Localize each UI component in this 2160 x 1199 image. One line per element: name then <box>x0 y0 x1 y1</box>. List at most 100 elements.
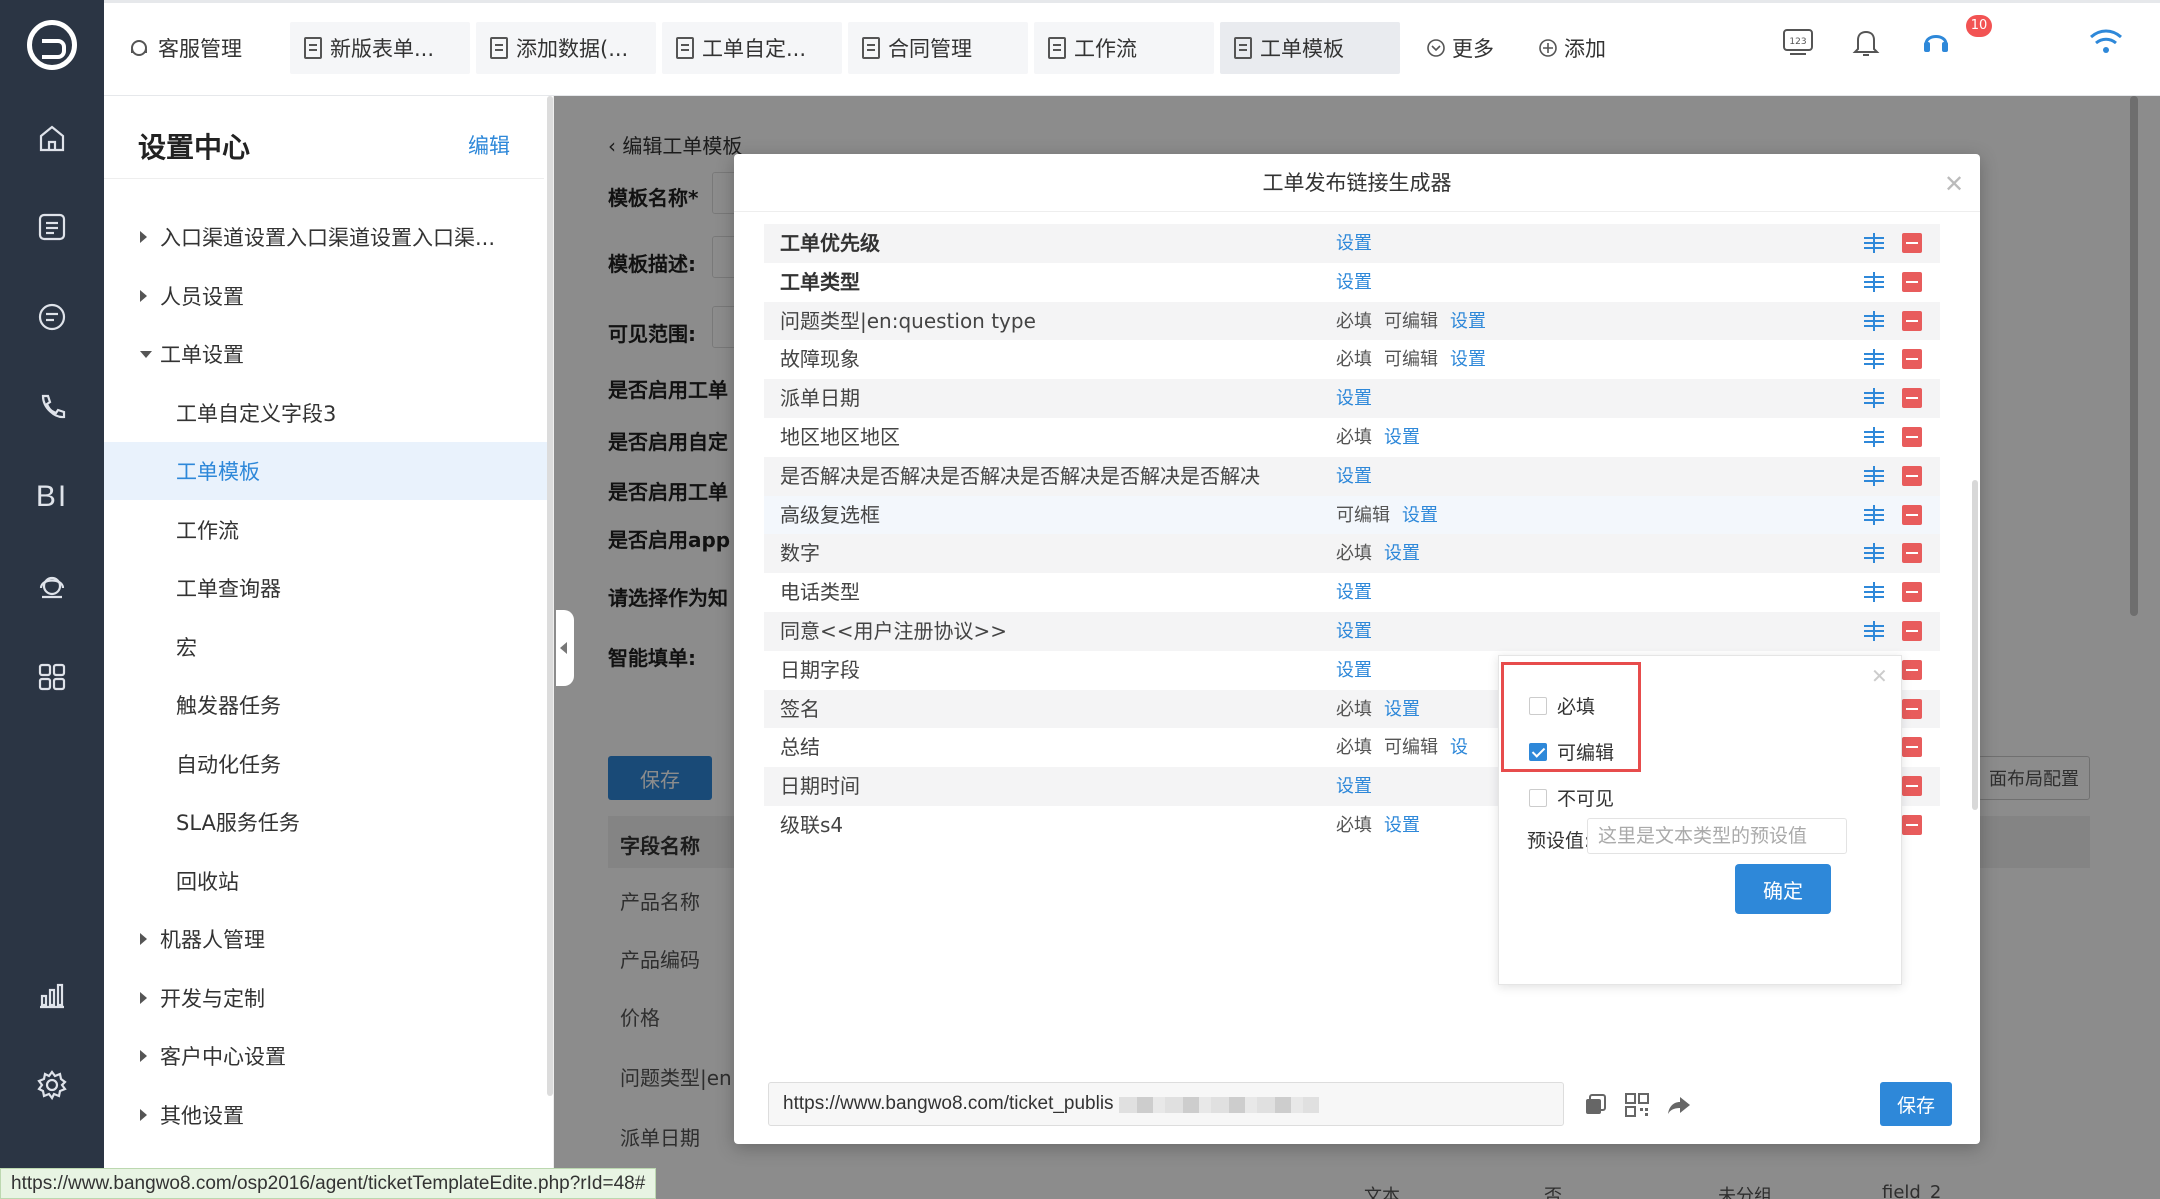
field-settings-link[interactable]: 设置 <box>1336 621 1372 642</box>
remove-field-icon[interactable] <box>1902 582 1922 602</box>
sidebar-item[interactable]: 宏 <box>104 618 548 676</box>
remove-field-icon[interactable] <box>1902 815 1922 835</box>
remove-field-icon[interactable] <box>1902 660 1922 680</box>
drag-sort-icon[interactable] <box>1864 543 1884 563</box>
sidebar-item[interactable]: 工单查询器 <box>104 559 548 617</box>
sidebar-item[interactable]: SLA服务任务 <box>104 793 548 851</box>
remove-field-icon[interactable] <box>1902 388 1922 408</box>
home-icon[interactable] <box>32 118 72 158</box>
sidebar-item[interactable]: 客户中心设置 <box>104 1027 548 1085</box>
ticket-list-icon[interactable] <box>32 207 72 247</box>
editable-checkbox[interactable]: 可编辑 <box>1529 738 1614 765</box>
sidebar-item[interactable]: 触发器任务 <box>104 676 548 734</box>
bell-icon[interactable] <box>1846 22 1886 62</box>
remove-field-icon[interactable] <box>1902 427 1922 447</box>
dialog-scrollbar[interactable] <box>1972 480 1978 810</box>
remove-field-icon[interactable] <box>1902 737 1922 757</box>
settings-gear-icon[interactable] <box>32 1065 72 1105</box>
close-icon[interactable]: ✕ <box>1944 170 1964 198</box>
chat-icon[interactable] <box>32 297 72 337</box>
sidebar-item[interactable]: 工单自定义字段3 <box>104 384 548 442</box>
tab-ticket-custom[interactable]: 工单自定... <box>662 22 842 74</box>
checkbox-box[interactable] <box>1529 742 1547 761</box>
remove-field-icon[interactable] <box>1902 233 1922 253</box>
remove-field-icon[interactable] <box>1902 466 1922 486</box>
remove-field-icon[interactable] <box>1902 349 1922 369</box>
sidebar-scrollbar[interactable] <box>547 96 553 1096</box>
settings-edit-link[interactable]: 编辑 <box>468 130 510 160</box>
remove-field-icon[interactable] <box>1902 311 1922 331</box>
remove-field-icon[interactable] <box>1902 621 1922 641</box>
drag-sort-icon[interactable] <box>1864 466 1884 486</box>
add-tab-button[interactable]: 添加 <box>1524 22 1634 74</box>
field-settings-link[interactable]: 设置 <box>1450 311 1486 332</box>
tab-workflow[interactable]: 工作流 <box>1034 22 1214 74</box>
share-icon[interactable] <box>1666 1092 1692 1118</box>
agent-icon[interactable] <box>32 567 72 607</box>
sidebar-item[interactable]: 自动化任务 <box>104 735 548 793</box>
field-settings-link[interactable]: 设置 <box>1450 349 1486 370</box>
remove-field-icon[interactable] <box>1902 543 1922 563</box>
drag-sort-icon[interactable] <box>1864 582 1884 602</box>
sidebar-item[interactable]: 工作流 <box>104 501 548 559</box>
sidebar-item[interactable]: 人员设置 <box>104 267 548 325</box>
field-settings-link[interactable]: 设置 <box>1336 660 1372 681</box>
field-settings-link[interactable]: 设置 <box>1336 388 1372 409</box>
remove-field-icon[interactable] <box>1902 272 1922 292</box>
copy-icon[interactable] <box>1582 1092 1608 1118</box>
drag-sort-icon[interactable] <box>1864 427 1884 447</box>
phone-icon[interactable] <box>32 387 72 427</box>
drag-sort-icon[interactable] <box>1864 311 1884 331</box>
sidebar-item[interactable]: 入口渠道设置入口渠道设置入口渠... <box>104 208 548 266</box>
remove-field-icon[interactable] <box>1902 699 1922 719</box>
drag-sort-icon[interactable] <box>1864 272 1884 292</box>
field-settings-link[interactable]: 设 <box>1450 737 1468 758</box>
drag-sort-icon[interactable] <box>1864 349 1884 369</box>
field-settings-link[interactable]: 设置 <box>1336 466 1372 487</box>
required-checkbox[interactable]: 必填 <box>1529 692 1595 719</box>
report-chart-icon[interactable] <box>32 975 72 1015</box>
remove-field-icon[interactable] <box>1902 776 1922 796</box>
sidebar-item[interactable]: 回收站 <box>104 852 548 910</box>
app-logo[interactable] <box>27 20 77 70</box>
sidebar-item[interactable]: 其他设置 <box>104 1086 548 1144</box>
field-settings-link[interactable]: 设置 <box>1336 776 1372 797</box>
checkbox-box[interactable] <box>1529 788 1547 807</box>
tab-add-data[interactable]: 添加数据(... <box>476 22 656 74</box>
sidebar-item[interactable]: 机器人管理 <box>104 910 548 968</box>
field-settings-link[interactable]: 设置 <box>1336 582 1372 603</box>
field-settings-link[interactable]: 设置 <box>1402 505 1438 526</box>
tab-contract[interactable]: 合同管理 <box>848 22 1028 74</box>
hidden-checkbox[interactable]: 不可见 <box>1529 784 1614 811</box>
tab-new-form[interactable]: 新版表单... <box>290 22 470 74</box>
field-settings-link[interactable]: 设置 <box>1384 699 1420 720</box>
keyboard-icon[interactable]: 123 <box>1778 22 1818 62</box>
drag-sort-icon[interactable] <box>1864 505 1884 525</box>
more-button[interactable]: 更多 <box>1412 22 1522 74</box>
publish-url-field[interactable]: https://www.bangwo8.com/ticket_publis <box>768 1082 1564 1126</box>
confirm-button[interactable]: 确定 <box>1735 864 1831 914</box>
support-headset-icon[interactable] <box>1916 22 1956 62</box>
checkbox-box[interactable] <box>1529 696 1547 715</box>
drag-sort-icon[interactable] <box>1864 621 1884 641</box>
field-settings-link[interactable]: 设置 <box>1336 233 1372 254</box>
field-settings-link[interactable]: 设置 <box>1384 543 1420 564</box>
sidebar-item[interactable]: 工单设置 <box>104 325 548 383</box>
qrcode-icon[interactable] <box>1624 1092 1650 1118</box>
drag-sort-icon[interactable] <box>1864 388 1884 408</box>
tab-ticket-template[interactable]: 工单模板 <box>1220 22 1400 74</box>
tab-customer-service[interactable]: 客服管理 <box>114 22 284 74</box>
sidebar-item[interactable]: 开发与定制 <box>104 969 548 1027</box>
drag-sort-icon[interactable] <box>1864 233 1884 253</box>
remove-field-icon[interactable] <box>1902 505 1922 525</box>
preset-value-input[interactable]: 这里是文本类型的预设值 <box>1587 818 1847 854</box>
sidebar-item[interactable]: 工单模板 <box>104 442 548 500</box>
collapse-sidebar-handle[interactable] <box>556 610 574 686</box>
field-settings-link[interactable]: 设置 <box>1336 272 1372 293</box>
field-settings-link[interactable]: 设置 <box>1384 815 1420 836</box>
close-icon[interactable]: ✕ <box>1871 664 1888 688</box>
bi-icon[interactable]: BI <box>32 477 72 517</box>
field-settings-link[interactable]: 设置 <box>1384 427 1420 448</box>
apps-grid-icon[interactable] <box>32 657 72 697</box>
dialog-save-button[interactable]: 保存 <box>1880 1082 1952 1126</box>
